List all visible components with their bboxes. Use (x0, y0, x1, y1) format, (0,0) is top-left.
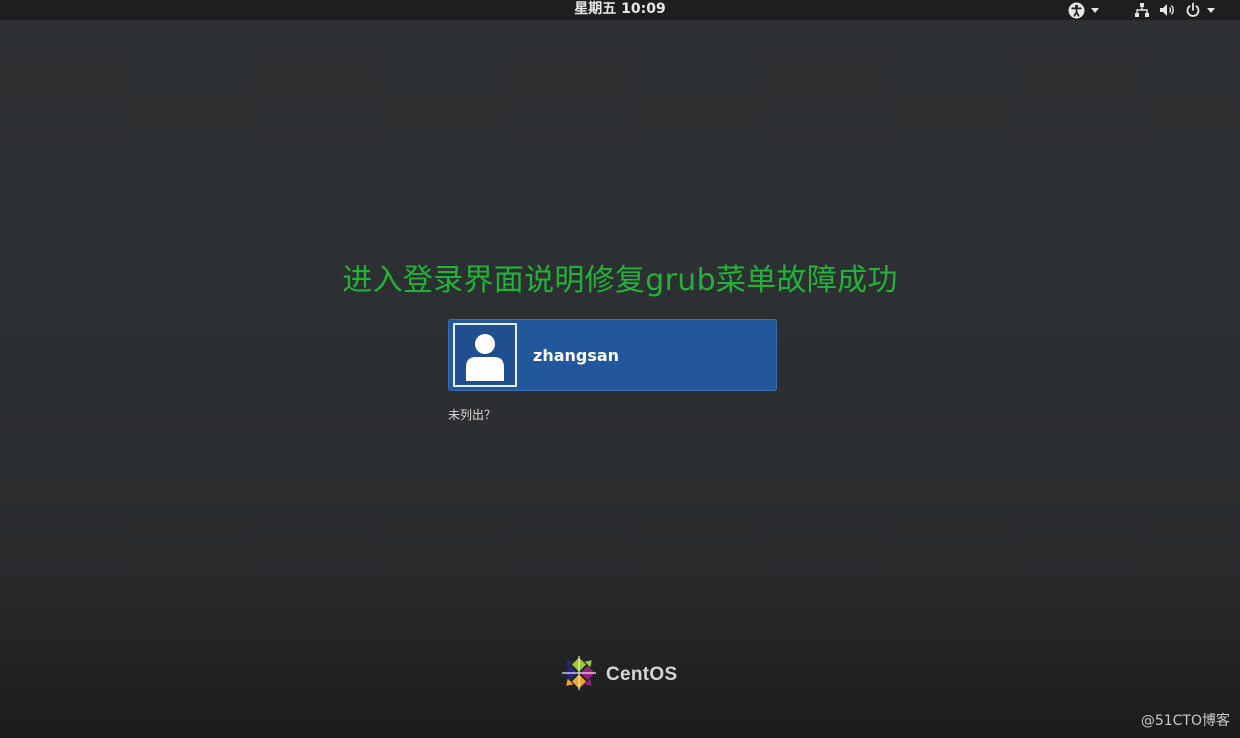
top-bar: 星期五 10:09 (0, 0, 1240, 20)
chevron-down-icon (1091, 7, 1099, 13)
user-item-zhangsan[interactable]: zhangsan (448, 319, 777, 391)
login-screen: 星期五 10:09 进入登录界面说明修复grub菜单故障成功 zhangsan … (0, 0, 1240, 738)
avatar (453, 323, 517, 387)
centos-logo: CentOS (558, 652, 677, 698)
centos-emblem-icon (558, 652, 600, 698)
accessibility-icon (1068, 2, 1085, 19)
power-icon (1185, 2, 1201, 18)
watermark: @51CTO博客 (1140, 713, 1230, 729)
system-menu-button[interactable] (1134, 2, 1215, 18)
accessibility-menu[interactable] (1068, 0, 1099, 20)
accessibility-menu-button[interactable] (1068, 2, 1099, 19)
network-icon (1134, 2, 1150, 18)
volume-icon (1159, 2, 1176, 18)
annotation-text: 进入登录界面说明修复grub菜单故障成功 (342, 263, 898, 298)
user-avatar-icon (463, 327, 507, 385)
clock[interactable]: 星期五 10:09 (0, 0, 1240, 20)
system-menu[interactable] (1134, 0, 1215, 20)
centos-wordmark: CentOS (606, 664, 678, 685)
not-listed-link[interactable]: 未列出？ (448, 406, 496, 423)
user-name-label: zhangsan (533, 345, 620, 365)
chevron-down-icon (1207, 7, 1215, 13)
